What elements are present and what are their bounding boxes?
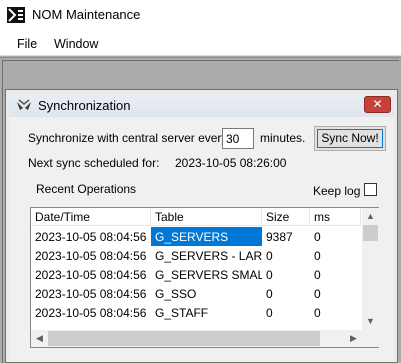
next-sync-value: 2023-10-05 08:26:00 — [175, 156, 287, 170]
cell-size: 0 — [266, 306, 273, 320]
dialog-titlebar[interactable]: Synchronization ✕ — [9, 93, 394, 117]
cell-size: 9387 — [266, 230, 293, 244]
app-logo-icon — [7, 7, 25, 23]
table-row[interactable]: 2023-10-05 08:04:56 G_SERVERS SMALL 0 0 — [31, 265, 361, 284]
dialog-title: Synchronization — [38, 98, 131, 113]
cell-ms: 0 — [314, 268, 321, 282]
column-header-datetime[interactable]: Date/Time — [31, 208, 151, 226]
list-header: Date/Time Table Size ms — [31, 208, 361, 226]
table-row[interactable]: 2023-10-05 08:04:56 G_STAFF 0 0 — [31, 303, 361, 322]
table-row[interactable]: 2023-10-05 08:04:56 G_SERVERS 9387 0 — [31, 227, 361, 246]
cell-ms: 0 — [314, 306, 321, 320]
cell-size: 0 — [266, 268, 273, 282]
operations-list[interactable]: Date/Time Table Size ms 2023-10-05 08:04… — [30, 207, 379, 348]
cell-size: 0 — [266, 287, 273, 301]
close-button[interactable]: ✕ — [364, 96, 391, 113]
sync-button-focus-ring — [317, 129, 383, 148]
dialog-body: Synchronize with central server every mi… — [9, 117, 394, 362]
cell-ms: 0 — [314, 249, 321, 263]
keep-log-checkbox[interactable] — [364, 183, 377, 196]
table-row[interactable]: 2023-10-05 08:04:56 G_SERVERS - LARG 0 0 — [31, 246, 361, 265]
cell-datetime: 2023-10-05 08:04:56 — [35, 287, 147, 301]
cell-table: G_STAFF — [155, 306, 209, 320]
cell-datetime: 2023-10-05 08:04:56 — [35, 268, 147, 282]
sync-dialog: Synchronization ✕ Synchronize with centr… — [5, 89, 398, 363]
scroll-down-icon[interactable]: ▼ — [362, 313, 379, 330]
menu-window[interactable]: Window — [52, 37, 100, 51]
cell-table-selected[interactable]: G_SERVERS — [151, 227, 262, 246]
cell-ms: 0 — [314, 230, 321, 244]
app-titlebar[interactable]: NOM Maintenance — [0, 0, 401, 30]
sync-interval-suffix: minutes. — [260, 131, 306, 145]
scroll-right-icon[interactable]: ▶ — [345, 330, 362, 347]
cell-size: 0 — [266, 249, 273, 263]
cell-table: G_SSO — [155, 287, 197, 301]
column-header-size[interactable]: Size — [262, 208, 310, 226]
column-header-ms[interactable]: ms — [310, 208, 361, 226]
cell-table: G_SERVERS - LARG — [155, 249, 262, 263]
cell-ms: 0 — [314, 287, 321, 301]
vertical-scroll-thumb[interactable] — [363, 225, 378, 241]
table-row[interactable]: 2023-10-05 08:04:56 G_SSO 0 0 — [31, 284, 361, 303]
vertical-scrollbar[interactable]: ▲ ▼ — [362, 208, 379, 330]
sync-now-button[interactable]: Sync Now! — [314, 126, 386, 151]
recent-operations-label: Recent Operations — [36, 182, 137, 196]
cell-datetime: 2023-10-05 08:04:56 — [35, 249, 147, 263]
cell-datetime: 2023-10-05 08:04:56 — [35, 230, 147, 244]
cell-table: G_SERVERS SMALL — [155, 268, 262, 282]
column-header-table[interactable]: Table — [151, 208, 262, 226]
scroll-left-icon[interactable]: ◀ — [31, 330, 48, 347]
horizontal-scrollbar[interactable]: ◀ ▶ — [31, 330, 362, 347]
sync-interval-prefix: Synchronize with central server every — [28, 131, 228, 145]
sync-arrows-icon — [17, 99, 31, 110]
menu-file[interactable]: File — [15, 37, 39, 51]
scroll-up-icon[interactable]: ▲ — [362, 208, 379, 225]
scrollbar-corner — [362, 330, 379, 347]
horizontal-scroll-thumb[interactable] — [48, 331, 320, 346]
minutes-input[interactable] — [222, 128, 254, 149]
next-sync-label: Next sync scheduled for: — [28, 156, 160, 170]
menu-bar: File Window — [0, 30, 401, 56]
keep-log-label: Keep log — [313, 184, 361, 198]
cell-datetime: 2023-10-05 08:04:56 — [35, 306, 147, 320]
app-title: NOM Maintenance — [32, 7, 141, 22]
